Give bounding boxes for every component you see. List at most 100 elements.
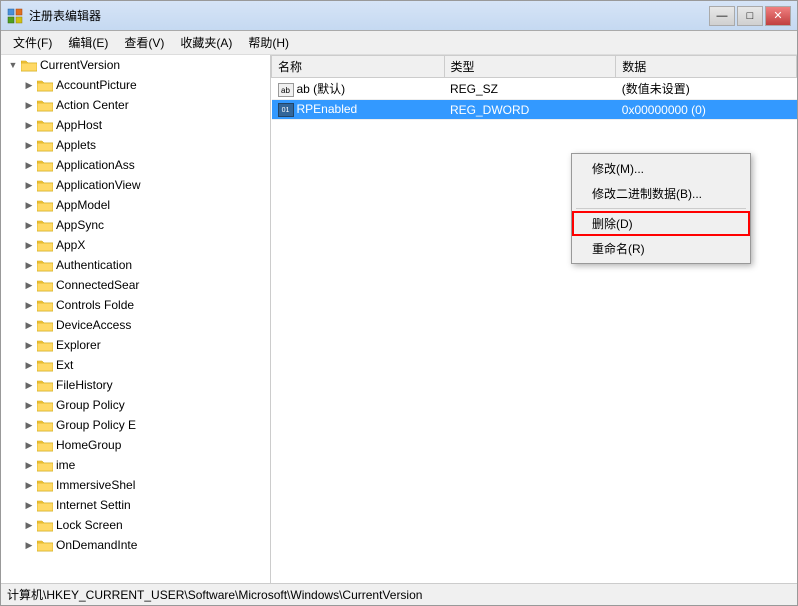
folder-icon (37, 438, 53, 452)
tree-item[interactable]: ▶ Authentication (1, 255, 270, 275)
expand-arrow-icon[interactable]: ▶ (21, 537, 37, 553)
tree-item[interactable]: ▶ Group Policy E (1, 415, 270, 435)
folder-icon (37, 78, 53, 92)
table-row[interactable]: abab (默认)REG_SZ(数值未设置) (272, 78, 797, 100)
menu-item-V[interactable]: 查看(V) (116, 32, 172, 53)
expand-arrow-icon[interactable]: ▶ (21, 277, 37, 293)
folder-icon (37, 398, 53, 412)
context-menu-item-modify[interactable]: 修改(M)... (572, 156, 750, 181)
main-window: 注册表编辑器 — □ ✕ 文件(F)编辑(E)查看(V)收藏夹(A)帮助(H) … (0, 0, 798, 606)
maximize-button[interactable]: □ (737, 6, 763, 26)
tree-item-label: ApplicationView (56, 178, 141, 192)
expand-arrow-icon[interactable]: ▶ (21, 97, 37, 113)
tree-item[interactable]: ▶ AppX (1, 235, 270, 255)
expand-arrow-icon[interactable]: ▶ (21, 337, 37, 353)
menu-item-F[interactable]: 文件(F) (5, 32, 60, 53)
expand-arrow-icon[interactable]: ▶ (21, 117, 37, 133)
tree-item-label: Authentication (56, 258, 132, 272)
expand-arrow-icon[interactable]: ▶ (21, 517, 37, 533)
context-menu: 修改(M)...修改二进制数据(B)... 删除(D)重命名(R) (571, 153, 751, 264)
folder-icon (37, 478, 53, 492)
expand-arrow-icon[interactable]: ▶ (21, 437, 37, 453)
expand-arrow-icon[interactable]: ▶ (21, 477, 37, 493)
reg-data-cell: (数值未设置) (616, 78, 797, 100)
tree-scroll[interactable]: ▼ CurrentVersion▶ AccountPicture▶ Action… (1, 55, 270, 583)
expand-arrow-icon[interactable]: ▶ (21, 317, 37, 333)
menu-item-E[interactable]: 编辑(E) (60, 32, 116, 53)
tree-item[interactable]: ▶ Internet Settin (1, 495, 270, 515)
expand-arrow-icon[interactable]: ▼ (5, 57, 21, 73)
expand-arrow-icon[interactable]: ▶ (21, 257, 37, 273)
tree-item[interactable]: ▶ Ext (1, 355, 270, 375)
folder-icon (37, 278, 53, 292)
folder-icon (37, 418, 53, 432)
tree-item[interactable]: ▶ DeviceAccess (1, 315, 270, 335)
tree-item[interactable]: ▶ AccountPicture (1, 75, 270, 95)
expand-arrow-icon[interactable]: ▶ (21, 497, 37, 513)
close-button[interactable]: ✕ (765, 6, 791, 26)
tree-item[interactable]: ▶ Group Policy (1, 395, 270, 415)
ab-icon: ab (278, 83, 294, 97)
expand-arrow-icon[interactable]: ▶ (21, 237, 37, 253)
bin-icon: 01 (278, 103, 294, 117)
tree-item-label: Controls Folde (56, 298, 134, 312)
tree-item-label: Explorer (56, 338, 101, 352)
expand-arrow-icon[interactable]: ▶ (21, 297, 37, 313)
tree-item[interactable]: ▶ ApplicationAss (1, 155, 270, 175)
tree-item[interactable]: ▶ Lock Screen (1, 515, 270, 535)
tree-item[interactable]: ▶ Controls Folde (1, 295, 270, 315)
expand-arrow-icon[interactable]: ▶ (21, 217, 37, 233)
tree-item-label: FileHistory (56, 378, 113, 392)
title-bar-buttons: — □ ✕ (709, 6, 791, 26)
context-menu-separator (576, 208, 746, 209)
tree-item[interactable]: ▶ AppModel (1, 195, 270, 215)
expand-arrow-icon[interactable]: ▶ (21, 417, 37, 433)
expand-arrow-icon[interactable]: ▶ (21, 137, 37, 153)
status-path: 计算机\HKEY_CURRENT_USER\Software\Microsoft… (7, 586, 422, 603)
tree-item[interactable]: ▶ ConnectedSear (1, 275, 270, 295)
folder-icon (37, 178, 53, 192)
tree-item[interactable]: ▶ ApplicationView (1, 175, 270, 195)
tree-item-label: CurrentVersion (40, 58, 120, 72)
folder-icon (21, 58, 37, 72)
context-menu-item-delete[interactable]: 删除(D) (572, 211, 750, 236)
expand-arrow-icon[interactable]: ▶ (21, 397, 37, 413)
folder-icon (37, 378, 53, 392)
tree-item-label: AppHost (56, 118, 102, 132)
right-panel: 名称 类型 数据 abab (默认)REG_SZ(数值未设置)01RPEnabl… (271, 55, 797, 583)
expand-arrow-icon[interactable]: ▶ (21, 377, 37, 393)
minimize-button[interactable]: — (709, 6, 735, 26)
tree-item[interactable]: ▶ AppHost (1, 115, 270, 135)
tree-item[interactable]: ▶ OnDemandInte (1, 535, 270, 555)
context-menu-item-modify-binary[interactable]: 修改二进制数据(B)... (572, 181, 750, 206)
tree-item[interactable]: ▼ CurrentVersion (1, 55, 270, 75)
tree-item-label: DeviceAccess (56, 318, 131, 332)
tree-item[interactable]: ▶ Explorer (1, 335, 270, 355)
tree-item-label: Group Policy E (56, 418, 136, 432)
tree-item[interactable]: ▶ HomeGroup (1, 435, 270, 455)
tree-item-label: Ext (56, 358, 73, 372)
tree-item[interactable]: ▶ ImmersiveShel (1, 475, 270, 495)
table-row[interactable]: 01RPEnabledREG_DWORD0x00000000 (0) (272, 100, 797, 120)
tree-item[interactable]: ▶ Applets (1, 135, 270, 155)
tree-item-label: ImmersiveShel (56, 478, 135, 492)
menu-item-A[interactable]: 收藏夹(A) (172, 32, 240, 53)
expand-arrow-icon[interactable]: ▶ (21, 457, 37, 473)
folder-icon (37, 238, 53, 252)
expand-arrow-icon[interactable]: ▶ (21, 197, 37, 213)
tree-item[interactable]: ▶ AppSync (1, 215, 270, 235)
tree-item[interactable]: ▶ Action Center (1, 95, 270, 115)
folder-icon (37, 298, 53, 312)
folder-icon (37, 158, 53, 172)
expand-arrow-icon[interactable]: ▶ (21, 77, 37, 93)
tree-item[interactable]: ▶ ime (1, 455, 270, 475)
folder-icon (37, 258, 53, 272)
expand-arrow-icon[interactable]: ▶ (21, 157, 37, 173)
expand-arrow-icon[interactable]: ▶ (21, 357, 37, 373)
expand-arrow-icon[interactable]: ▶ (21, 177, 37, 193)
tree-item[interactable]: ▶ FileHistory (1, 375, 270, 395)
menu-item-H[interactable]: 帮助(H) (240, 32, 297, 53)
tree-item-label: Group Policy (56, 398, 125, 412)
reg-data-cell: 0x00000000 (0) (616, 100, 797, 120)
context-menu-item-rename[interactable]: 重命名(R) (572, 236, 750, 261)
